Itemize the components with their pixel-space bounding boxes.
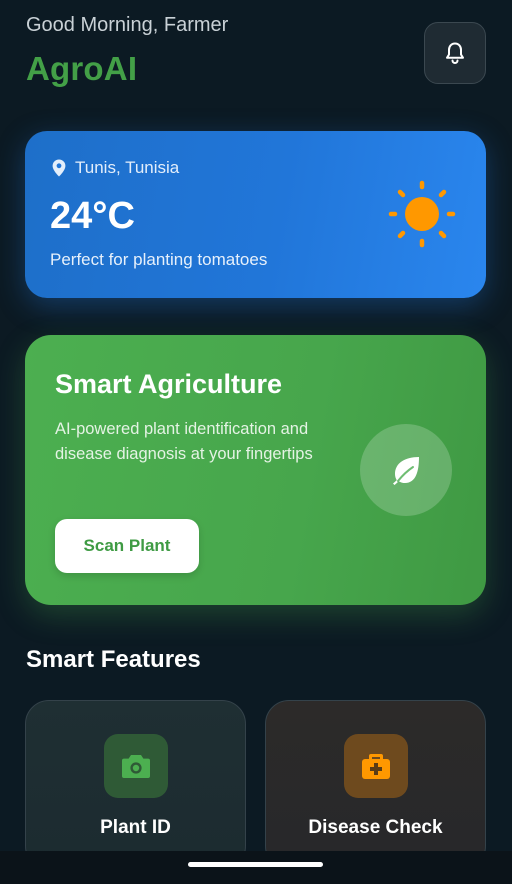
weather-description: Perfect for planting tomatoes bbox=[50, 250, 268, 269]
bell-icon bbox=[444, 41, 466, 65]
leaf-badge bbox=[360, 424, 452, 516]
app-title: AgroAI bbox=[26, 50, 138, 87]
features-section-title: Smart Features bbox=[26, 646, 201, 673]
hero-title: Smart Agriculture bbox=[55, 369, 283, 399]
location-row: Tunis, Tunisia bbox=[52, 158, 179, 178]
plant-id-label: Plant ID bbox=[100, 817, 171, 838]
disease-check-icon-tile bbox=[344, 734, 408, 798]
home-indicator[interactable] bbox=[188, 862, 323, 867]
plant-id-card[interactable]: Plant ID bbox=[25, 700, 246, 870]
medical-kit-icon bbox=[361, 752, 391, 780]
hero-description: AI-powered plant identification and dise… bbox=[55, 420, 313, 463]
location-pin-icon bbox=[52, 159, 66, 177]
greeting-text: Good Morning, Farmer bbox=[26, 14, 229, 36]
location-text: Tunis, Tunisia bbox=[75, 158, 180, 177]
plant-id-icon-tile bbox=[104, 734, 168, 798]
notifications-button[interactable] bbox=[424, 22, 486, 84]
smart-agriculture-card: Smart Agriculture AI-powered plant ident… bbox=[25, 335, 486, 605]
leaf-icon bbox=[389, 453, 423, 487]
disease-check-label: Disease Check bbox=[308, 817, 443, 838]
scan-plant-button[interactable]: Scan Plant bbox=[55, 519, 199, 573]
sun-icon bbox=[387, 179, 457, 254]
home-screen: Good Morning, Farmer AgroAI Tunis, Tunis… bbox=[0, 0, 512, 884]
weather-card: Tunis, Tunisia 24°C Perfect for planting… bbox=[25, 131, 486, 298]
camera-icon bbox=[121, 753, 151, 779]
temperature: 24°C bbox=[50, 195, 135, 237]
system-navigation-bar bbox=[0, 851, 512, 884]
disease-check-card[interactable]: Disease Check bbox=[265, 700, 486, 870]
